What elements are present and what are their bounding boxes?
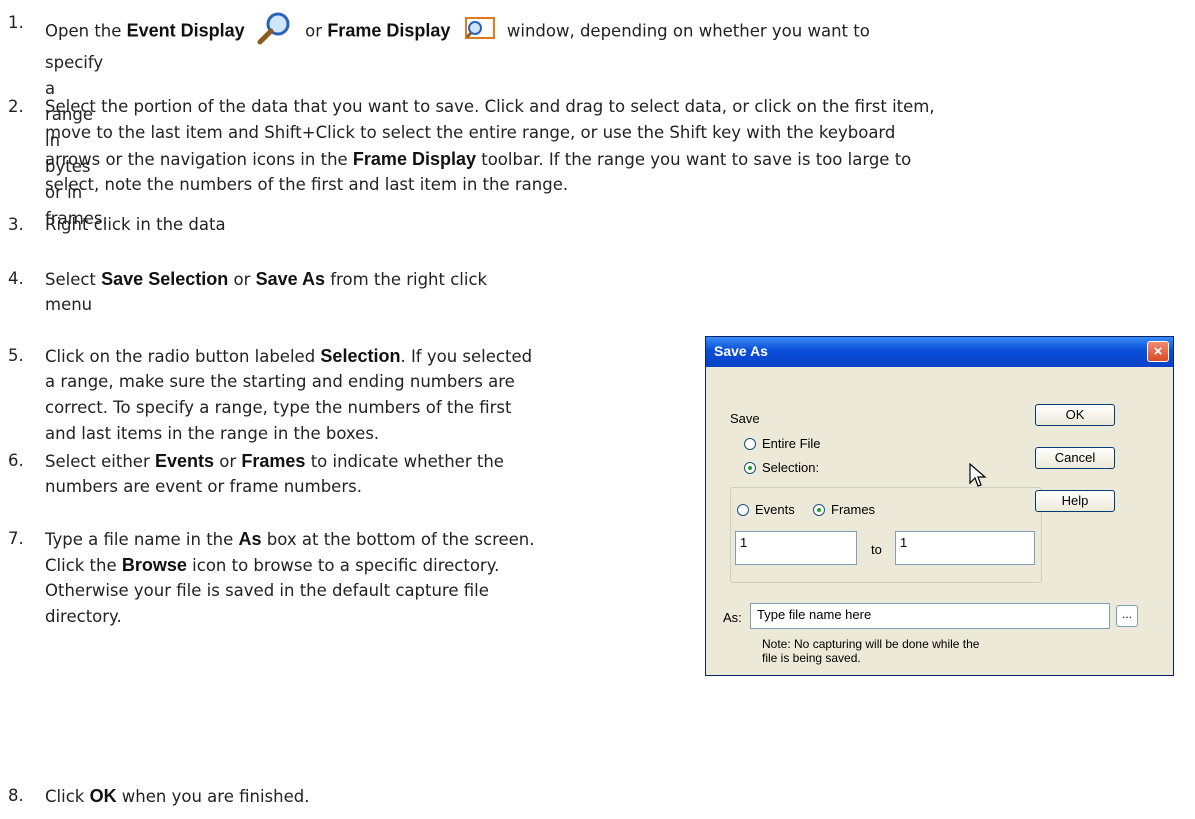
frames-radio[interactable] bbox=[813, 504, 825, 516]
step-number: 7. bbox=[8, 529, 24, 548]
selection-label: Selection: bbox=[762, 460, 820, 475]
to-label: to bbox=[871, 542, 882, 557]
selection-radio[interactable] bbox=[744, 462, 756, 474]
save-as-dialog: Save As × Save Entire File Selection: Ev… bbox=[705, 336, 1174, 676]
note-line-2: file is being saved. bbox=[762, 651, 861, 665]
note-line-1: Note: No capturing will be done while th… bbox=[762, 637, 980, 651]
step-number: 2. bbox=[8, 97, 24, 116]
frames-label: Frames bbox=[831, 502, 876, 517]
entire-file-radio[interactable] bbox=[744, 438, 756, 450]
step-number: 5. bbox=[8, 346, 24, 365]
ok-button[interactable]: OK bbox=[1035, 404, 1115, 426]
events-label: Events bbox=[755, 502, 795, 517]
browse-button[interactable]: ... bbox=[1116, 605, 1138, 627]
dialog-titlebar[interactable]: Save As × bbox=[706, 337, 1173, 367]
file-name-input[interactable]: Type file name here bbox=[750, 603, 1110, 629]
frame-display-icon bbox=[462, 14, 498, 50]
range-group: Events Frames 1 to 1 bbox=[730, 487, 1042, 583]
from-field[interactable]: 1 bbox=[735, 531, 857, 565]
to-field[interactable]: 1 bbox=[895, 531, 1035, 565]
step-number: 6. bbox=[8, 451, 24, 470]
magnifier-icon bbox=[254, 10, 294, 54]
step-number: 3. bbox=[8, 215, 24, 234]
close-button[interactable]: × bbox=[1147, 341, 1169, 362]
step-number: 8. bbox=[8, 786, 24, 805]
step-number: 4. bbox=[8, 269, 24, 288]
frame-display-label: Frame Display bbox=[327, 20, 451, 41]
mouse-pointer-icon bbox=[969, 462, 987, 492]
entire-file-label: Entire File bbox=[762, 436, 821, 451]
dialog-title: Save As bbox=[714, 343, 768, 359]
help-button[interactable]: Help bbox=[1035, 490, 1115, 512]
as-label: As: bbox=[723, 610, 742, 625]
step-number: 1. bbox=[8, 13, 24, 32]
cancel-button[interactable]: Cancel bbox=[1035, 447, 1115, 469]
save-group-label: Save bbox=[730, 411, 760, 426]
event-display-label: Event Display bbox=[126, 20, 245, 41]
events-radio[interactable] bbox=[737, 504, 749, 516]
